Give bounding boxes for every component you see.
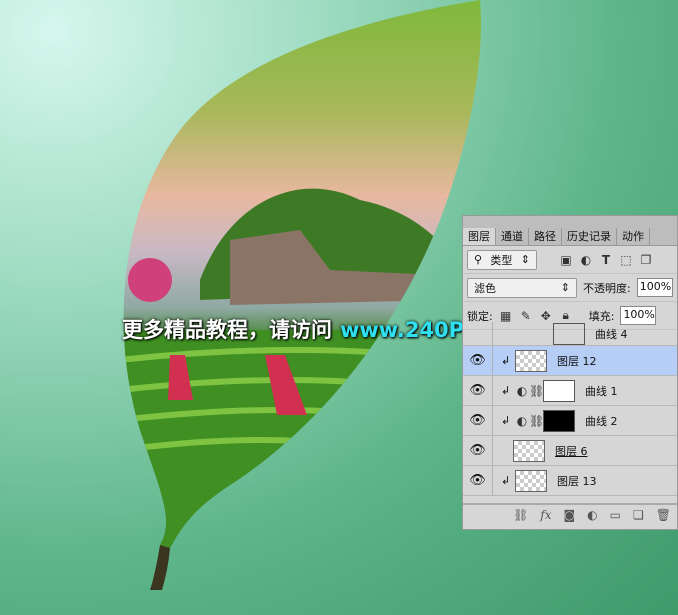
eye-icon[interactable]: 👁︎ <box>463 346 493 375</box>
shape-filter-icon[interactable]: ⬚ <box>619 253 633 267</box>
layer-thumb <box>515 349 547 372</box>
panel-tabs: 图层 通道 路径 历史记录 动作 <box>463 216 677 246</box>
lock-all-icon[interactable]: 🔒︎ <box>559 308 573 323</box>
visibility-icon[interactable] <box>463 322 493 345</box>
adjustment-filter-icon[interactable]: ◐ <box>579 253 593 267</box>
search-icon: ⚲ <box>474 253 483 266</box>
smart-object-filter-icon[interactable]: ❐ <box>639 253 653 267</box>
eye-icon[interactable]: 👁︎ <box>463 436 493 465</box>
layer-name: 曲线 4 <box>595 327 628 341</box>
layer-mask-thumb <box>543 409 575 432</box>
delete-layer-icon[interactable]: 🗑︎ <box>656 508 671 522</box>
layer-row[interactable]: 👁︎ ↲ ◐ ⛓ 曲线 1 <box>463 376 677 406</box>
layer-row[interactable]: 👁︎ ↲ ◐ ⛓ 曲线 2 <box>463 406 677 436</box>
clipping-arrow-icon: ↲ <box>501 474 511 487</box>
clipping-arrow-icon: ↲ <box>501 414 511 427</box>
filter-row: ⚲ 类型 ⇕ ▣ ◐ T ⬚ ❐ <box>463 246 677 274</box>
filter-kind-select[interactable]: ⚲ 类型 ⇕ <box>467 249 537 270</box>
lock-move-icon[interactable]: ✥ <box>539 309 553 323</box>
fx-button[interactable]: fx <box>540 508 551 522</box>
tab-layers[interactable]: 图层 <box>463 228 496 245</box>
tab-paths[interactable]: 路径 <box>529 228 562 245</box>
layer-name: 图层 13 <box>557 474 597 488</box>
layer-name: 曲线 2 <box>585 414 618 428</box>
opacity-input[interactable]: 100% <box>636 278 673 297</box>
tab-history[interactable]: 历史记录 <box>562 228 617 245</box>
layer-row[interactable]: 👁︎ ↲ 图层 12 <box>463 346 677 376</box>
clipping-arrow-icon: ↲ <box>501 384 511 397</box>
layers-panel: 图层 通道 路径 历史记录 动作 ⚲ 类型 ⇕ ▣ ◐ T ⬚ ❐ 滤色 ⇕ 不透明度… <box>462 215 678 530</box>
panel-toolbar: ⛓ fx ◙ ◐ ▭ ❏ 🗑︎ <box>463 503 677 525</box>
filter-kind-value: 类型 <box>490 253 513 267</box>
eye-icon[interactable]: 👁︎ <box>463 466 493 495</box>
add-mask-icon[interactable]: ◙ <box>564 508 576 522</box>
layer-row[interactable]: 👁︎ ↲ 图层 13 <box>463 466 677 496</box>
type-filter-icon[interactable]: T <box>599 253 613 267</box>
adjustment-icon: ◐ <box>516 383 528 398</box>
tab-channels[interactable]: 通道 <box>496 228 529 245</box>
new-adjustment-icon[interactable]: ◐ <box>587 508 597 522</box>
layer-name: 图层 12 <box>557 354 597 368</box>
layer-thumb <box>515 469 547 492</box>
leaf-stem <box>150 545 170 590</box>
link-icon: ⛓ <box>529 413 545 428</box>
tab-actions[interactable]: 动作 <box>617 228 650 245</box>
watermark-text: 更多精品教程，请访问 <box>122 318 332 342</box>
lock-paint-icon[interactable]: ✎ <box>519 309 533 323</box>
eye-icon[interactable]: 👁︎ <box>463 376 493 405</box>
layer-mask-thumb <box>553 322 585 345</box>
opacity-label: 不透明度: <box>583 281 631 295</box>
layer-name: 图层 6 <box>555 444 588 458</box>
link-icon: ⛓ <box>529 383 545 398</box>
lock-transparent-icon[interactable]: ▦ <box>499 309 513 323</box>
blend-mode-value: 滤色 <box>474 281 496 295</box>
new-group-icon[interactable]: ▭ <box>610 508 621 522</box>
link-layers-icon[interactable]: ⛓ <box>513 508 528 522</box>
updown-icon: ⇕ <box>520 253 530 266</box>
blend-row: 滤色 ⇕ 不透明度: 100% <box>463 274 677 302</box>
clipping-arrow-icon: ↲ <box>501 354 511 367</box>
layer-mask-thumb <box>543 379 575 402</box>
smart-object-thumb <box>513 439 545 462</box>
adjustment-icon: ◐ <box>516 413 528 428</box>
layer-list: 曲线 4 👁︎ ↲ 图层 12 👁︎ ↲ ◐ ⛓ 曲线 1 👁︎ ↲ ◐ ⛓ 曲线 2 … <box>463 322 677 496</box>
blend-mode-select[interactable]: 滤色 ⇕ <box>467 277 577 298</box>
layer-row[interactable]: 👁︎ 图层 6 <box>463 436 677 466</box>
layer-name: 曲线 1 <box>585 384 618 398</box>
updown-icon: ⇕ <box>560 281 570 294</box>
eye-icon[interactable]: 👁︎ <box>463 406 493 435</box>
new-layer-icon[interactable]: ❏ <box>633 508 644 522</box>
image-filter-icon[interactable]: ▣ <box>559 253 573 267</box>
layer-row[interactable]: 曲线 4 <box>463 322 677 346</box>
